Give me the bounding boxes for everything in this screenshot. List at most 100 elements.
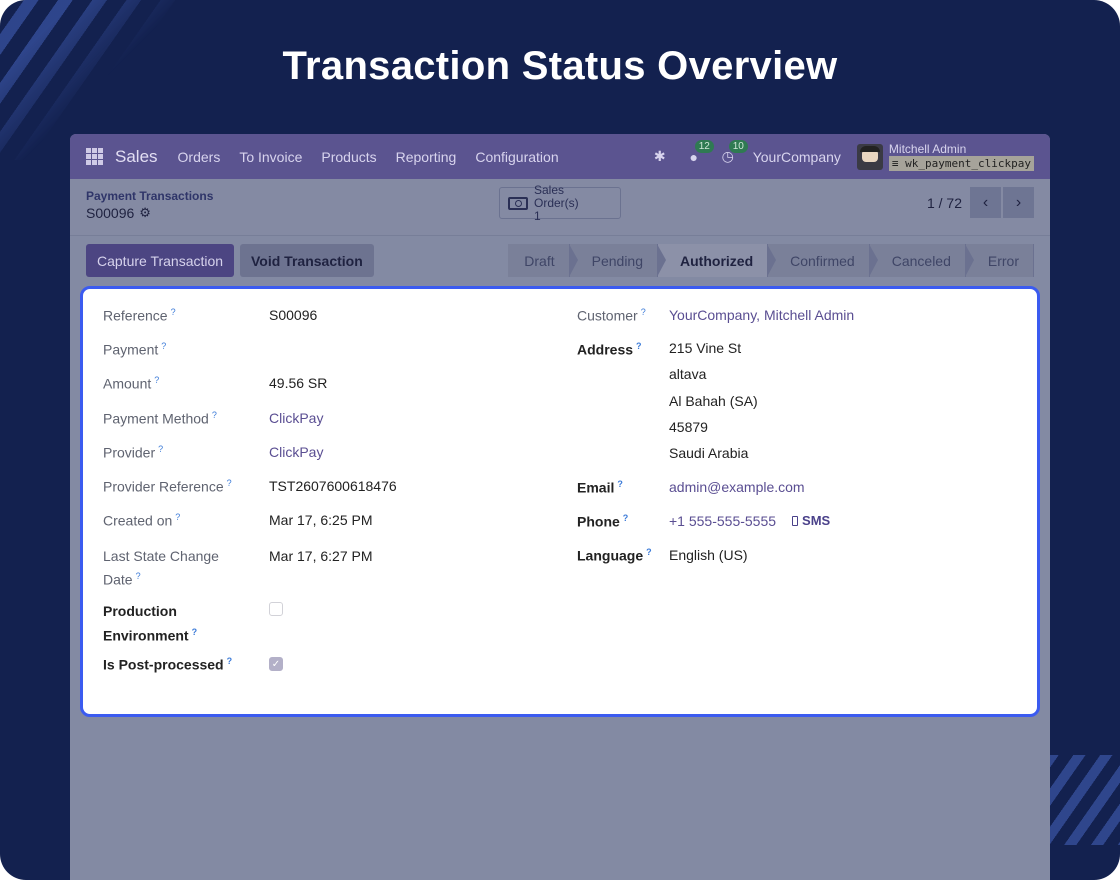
address-city-state: Al Bahah (SA): [669, 392, 758, 409]
stage-draft[interactable]: Draft: [508, 244, 579, 277]
field-value[interactable]: Mar 17, 6:25 PM: [269, 512, 373, 528]
app-window: Sales Orders To Invoice Products Reporti…: [70, 134, 1050, 880]
email-link[interactable]: admin@example.com: [669, 479, 805, 495]
customer-link[interactable]: YourCompany, Mitchell Admin: [669, 307, 854, 323]
pager-next-button[interactable]: ›: [1003, 187, 1034, 218]
activities-clock-icon[interactable]: ◷ 10: [719, 139, 748, 166]
smart-button-label: Sales Order(s): [534, 182, 579, 210]
debug-bug-icon[interactable]: ✱: [651, 148, 669, 166]
field-value[interactable]: Mar 17, 6:27 PM: [269, 546, 373, 566]
phone-link[interactable]: +1 555-555-5555: [669, 513, 776, 529]
field-label: Payment?: [103, 341, 167, 358]
field-label: Provider Reference?: [103, 478, 232, 495]
navbar-systray: ✱ ● 12 ◷ 10 YourCompany Mitchell Admin ≡…: [651, 139, 1034, 171]
apps-grid-icon[interactable]: [86, 148, 103, 165]
user-avatar: [856, 143, 883, 170]
help-icon: ?: [170, 307, 176, 317]
field-email: Email? admin@example.com: [577, 479, 1017, 513]
form-right-column: Customer? YourCompany, Mitchell Admin Ad…: [577, 307, 1017, 581]
field-label: Amount?: [103, 375, 160, 392]
field-amount: Amount? 49.56 SR: [103, 375, 553, 410]
address-country: Saudi Arabia: [669, 445, 749, 462]
mobile-phone-icon: [792, 515, 799, 526]
field-language: Language? English (US): [577, 547, 1017, 581]
field-label: Email?: [577, 479, 623, 496]
field-label: Is Post-processed?: [103, 656, 233, 673]
address-street: 215 Vine St: [669, 340, 742, 356]
field-is-post-processed: Is Post-processed? ✓: [103, 656, 553, 690]
help-icon: ?: [158, 444, 164, 454]
field-payment: Payment?: [103, 341, 553, 375]
help-icon: ?: [191, 627, 198, 637]
help-icon: ?: [646, 547, 652, 557]
form-status-row: Capture Transaction Void Transaction Dra…: [70, 236, 1050, 286]
field-label: Reference?: [103, 307, 176, 324]
record-name: S00096: [86, 205, 135, 221]
sms-button[interactable]: SMS: [792, 513, 830, 528]
gear-icon[interactable]: ⚙: [139, 205, 151, 221]
field-label: Customer?: [577, 307, 646, 324]
stage-confirmed[interactable]: Confirmed: [768, 244, 878, 277]
control-panel: Payment Transactions S00096 ⚙ Sales Orde…: [70, 179, 1050, 236]
field-value-link[interactable]: ClickPay: [269, 444, 323, 460]
address-block[interactable]: 215 Vine St altava Al Bahah (SA) 45879 S…: [669, 335, 758, 466]
help-icon: ?: [226, 478, 232, 488]
field-created-on: Created on? Mar 17, 6:25 PM: [103, 512, 553, 546]
pager: 1 / 72 ‹ ›: [927, 187, 1034, 218]
field-value-link[interactable]: ClickPay: [269, 410, 323, 426]
menu-configuration[interactable]: Configuration: [475, 149, 558, 165]
help-icon: ?: [154, 375, 160, 385]
form-sheet: Reference? S00096 Payment? Amount? 49.56…: [80, 286, 1040, 717]
menu-products[interactable]: Products: [321, 149, 376, 165]
language-value[interactable]: English (US): [669, 547, 748, 563]
sales-orders-smart-button[interactable]: Sales Order(s) 1: [499, 182, 621, 222]
money-icon: [508, 196, 528, 210]
help-icon: ?: [226, 656, 233, 666]
activities-count-badge: 10: [728, 139, 748, 153]
form-left-column: Reference? S00096 Payment? Amount? 49.56…: [103, 307, 553, 690]
help-icon: ?: [622, 513, 629, 523]
address-zip: 45879: [669, 418, 708, 435]
void-transaction-button[interactable]: Void Transaction: [240, 244, 374, 277]
field-label: Production Environment?: [103, 603, 198, 644]
stage-error[interactable]: Error: [965, 244, 1034, 277]
field-value[interactable]: TST2607600618476: [269, 478, 397, 494]
is-post-processed-checkbox[interactable]: ✓: [269, 657, 283, 671]
menu-to-invoice[interactable]: To Invoice: [239, 149, 302, 165]
menu-orders[interactable]: Orders: [178, 149, 221, 165]
field-production-environment: Production Environment?: [103, 601, 553, 656]
pager-value[interactable]: 1 / 72: [927, 195, 962, 211]
field-label: Payment Method?: [103, 410, 217, 427]
top-navbar: Sales Orders To Invoice Products Reporti…: [70, 134, 1050, 179]
field-last-state-change: Last State Change Date? Mar 17, 6:27 PM: [103, 546, 553, 601]
address-street2: altava: [669, 366, 707, 383]
app-brand[interactable]: Sales: [115, 147, 158, 167]
messages-chat-icon[interactable]: ● 12: [685, 139, 714, 166]
field-provider: Provider? ClickPay: [103, 444, 553, 478]
field-label: Language?: [577, 547, 652, 564]
menu-reporting[interactable]: Reporting: [396, 149, 457, 165]
production-environment-checkbox[interactable]: [269, 602, 283, 616]
sms-label: SMS: [802, 513, 831, 528]
status-bar: Draft Pending Authorized Confirmed Cance…: [508, 244, 1034, 277]
stage-canceled[interactable]: Canceled: [869, 244, 975, 277]
capture-transaction-button[interactable]: Capture Transaction: [86, 244, 235, 277]
database-name: ≡ wk_payment_clickpay: [888, 155, 1034, 171]
hero-title: Transaction Status Overview: [282, 44, 838, 88]
field-label: Last State Change Date?: [103, 548, 219, 588]
main-menu: Orders To Invoice Products Reporting Con…: [178, 149, 559, 165]
stage-pending[interactable]: Pending: [569, 244, 667, 277]
field-reference: Reference? S00096: [103, 307, 553, 341]
company-switcher[interactable]: YourCompany: [753, 149, 841, 165]
stage-authorized[interactable]: Authorized: [658, 244, 777, 277]
pager-previous-button[interactable]: ‹: [970, 187, 1001, 218]
user-menu[interactable]: Mitchell Admin ≡ wk_payment_clickpay: [856, 142, 1034, 171]
field-value[interactable]: 49.56 SR: [269, 375, 327, 391]
screenshot-frame: Transaction Status Overview Sales Orders…: [0, 0, 1120, 880]
field-payment-method: Payment Method? ClickPay: [103, 410, 553, 444]
field-value[interactable]: S00096: [269, 307, 317, 323]
messages-count-badge: 12: [694, 139, 714, 153]
field-phone: Phone? +1 555-555-5555 SMS: [577, 513, 1017, 547]
field-label: Provider?: [103, 444, 164, 461]
field-provider-reference: Provider Reference? TST2607600618476: [103, 478, 553, 512]
